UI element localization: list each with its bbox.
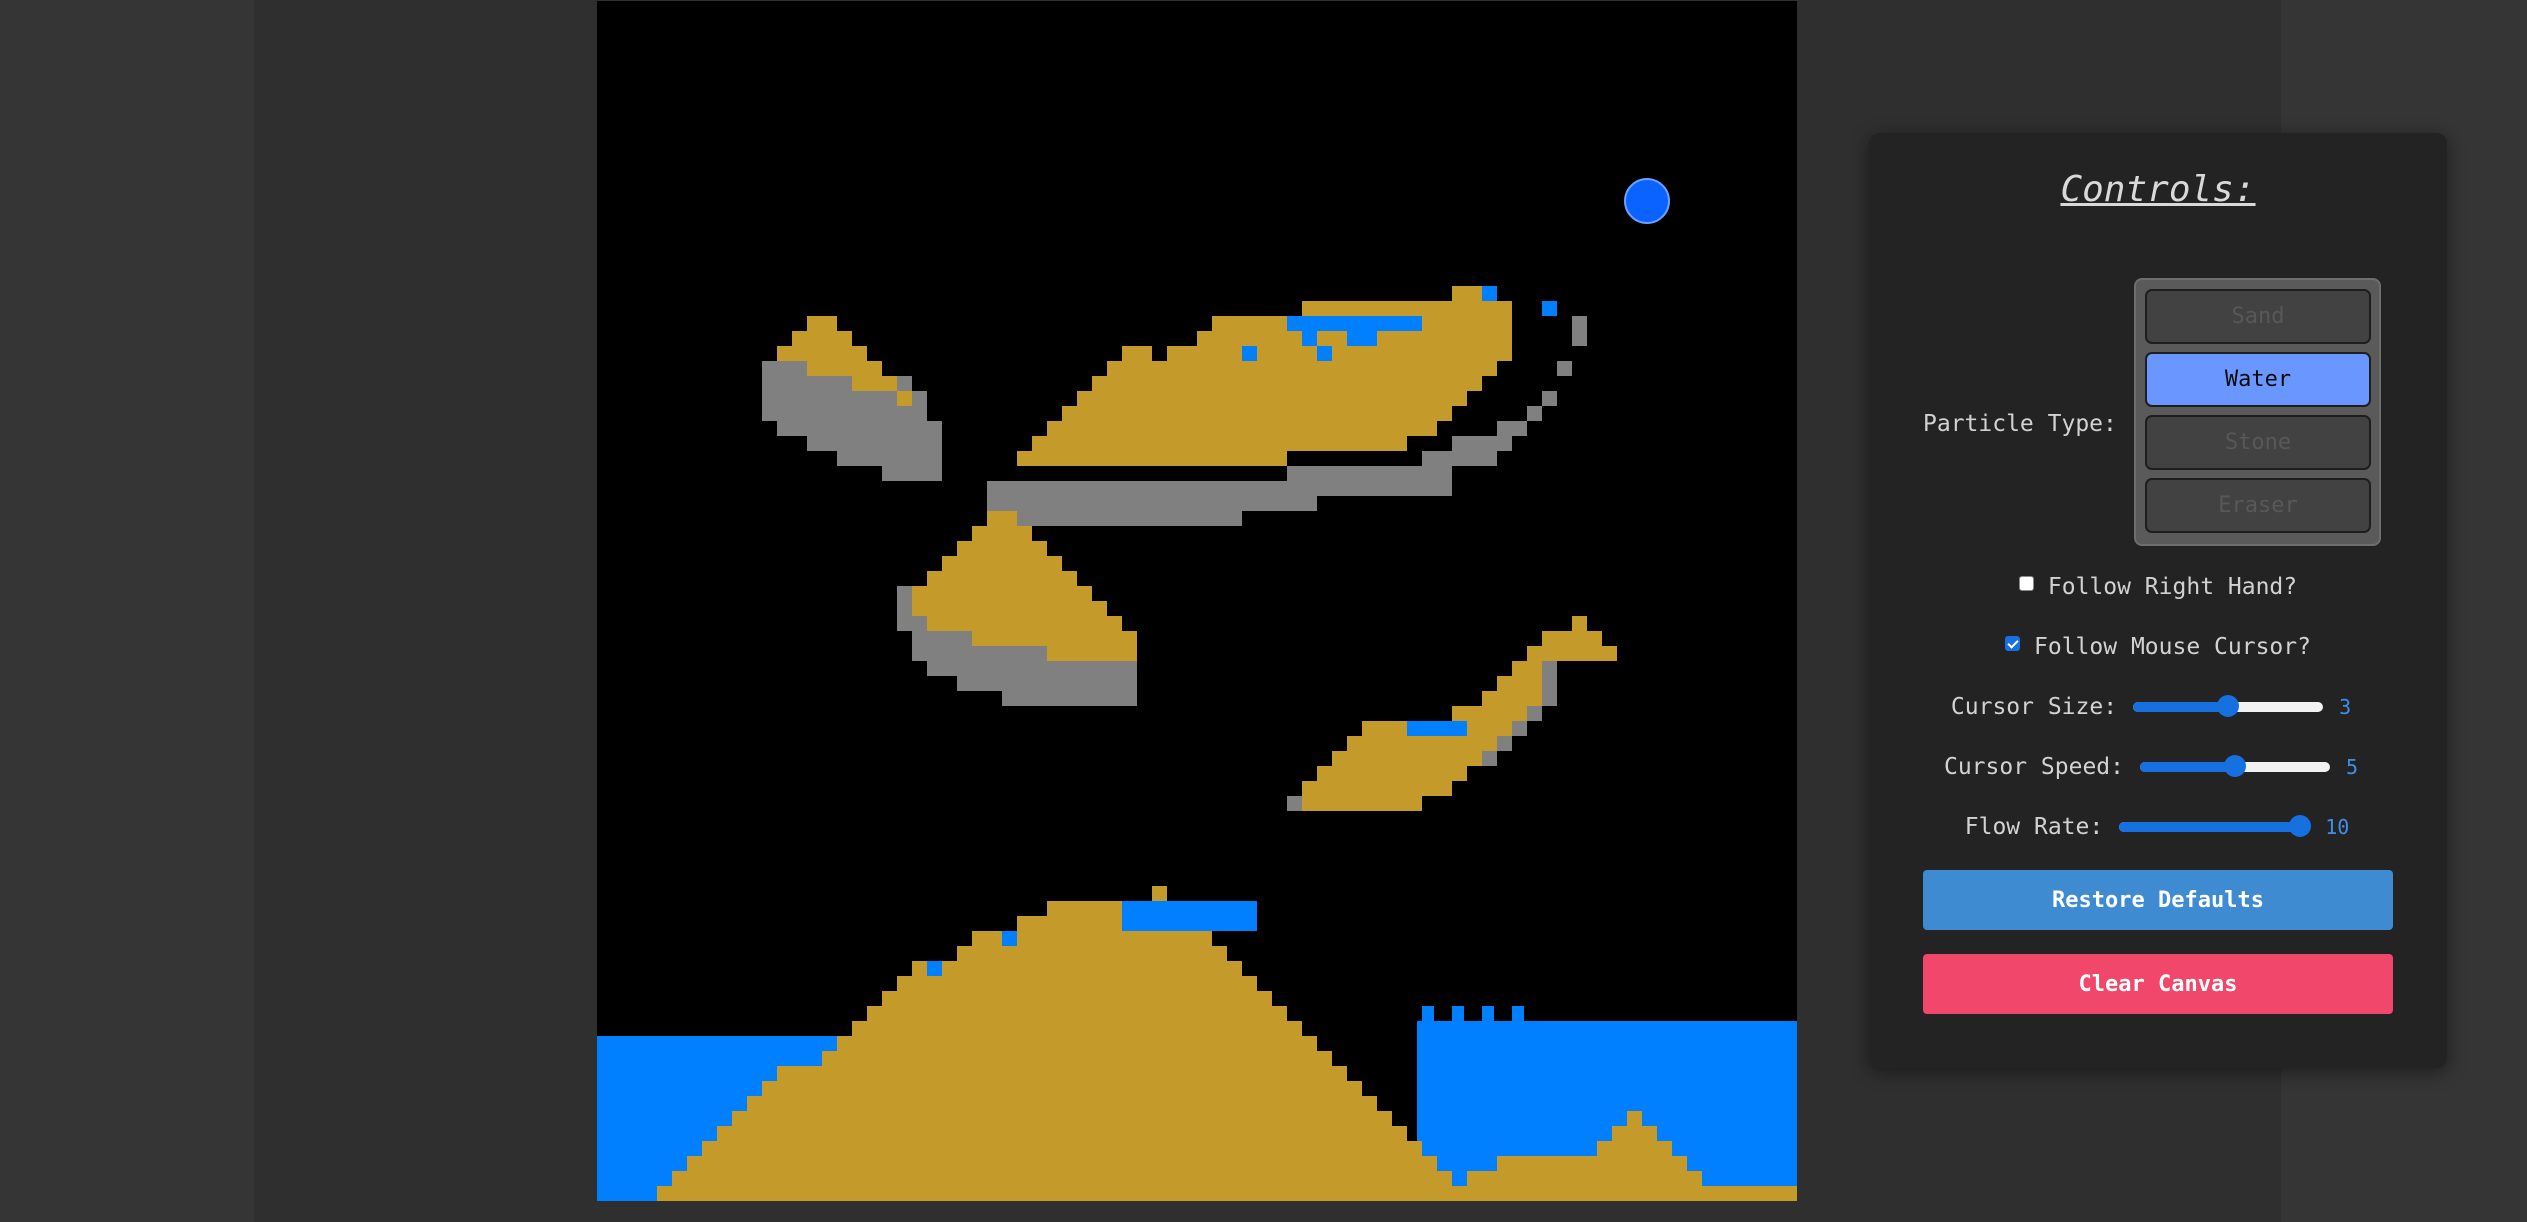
water-drop [1302,331,1317,346]
water-drop [927,961,942,976]
particle-eraser-button[interactable]: Eraser [2145,478,2371,533]
cursor-speed-value: 5 [2346,755,2359,779]
water-drop [1002,931,1017,946]
flow-rate-value: 10 [2325,815,2350,839]
cursor-speed-slider-fill [2140,762,2235,772]
cursor-size-label: Cursor Size: [1950,694,2118,720]
water-pool-platform-2 [1287,316,1422,331]
water-drop [1542,301,1557,316]
cursor-size-value: 3 [2339,695,2352,719]
cursor-size-slider-thumb[interactable] [2217,695,2240,717]
cursor-speed-slider[interactable] [2140,755,2330,777]
cursor-size-slider-fill [2133,702,2229,712]
sandbox-canvas[interactable] [597,1,1797,1201]
flow-rate-slider-fill [2119,822,2300,832]
water-drop [1242,346,1257,361]
particle-layer [597,286,1797,1201]
panel-title: Controls: [2060,169,2256,210]
cursor-speed-row: Cursor Speed: 5 [1869,754,2447,780]
water-drop [1482,1006,1494,1021]
follow-right-hand-label: Follow Right Hand? [2047,574,2298,600]
particle-type-label: Particle Type: [1923,411,2117,437]
water-drop [1452,1006,1464,1021]
flow-rate-row: Flow Rate: 10 [1869,814,2447,840]
water-drop [1482,286,1497,301]
brush-cursor [1624,178,1670,224]
follow-right-hand-checkbox[interactable] [2018,575,2034,591]
water-puddle-mound [1122,901,1257,931]
water-drop [1347,331,1377,346]
restore-defaults-button[interactable]: Restore Defaults [1923,870,2393,930]
sand-on-platform-4 [1302,616,1617,811]
water-drop [1422,1006,1434,1021]
follow-mouse-cursor-label: Follow Mouse Cursor? [2034,634,2311,660]
water-drop [1317,346,1332,361]
flow-rate-label: Flow Rate: [1964,814,2104,840]
water-drop [1512,1006,1524,1021]
particle-stone-button[interactable]: Stone [2145,415,2371,470]
particle-type-selector: Sand Water Stone Eraser [2134,278,2381,546]
water-pool-platform-4 [1407,721,1467,736]
clear-canvas-button[interactable]: Clear Canvas [1923,954,2393,1014]
particle-sand-button[interactable]: Sand [2145,289,2371,344]
flow-rate-slider-thumb[interactable] [2288,815,2311,837]
particle-water-button[interactable]: Water [2145,352,2371,407]
cursor-size-row: Cursor Size: 3 [1869,694,2447,720]
follow-right-hand-row: Follow Right Hand? [1869,574,2447,600]
app-container: Controls: Particle Type: Sand Water Ston… [254,0,2447,1222]
flow-rate-slider[interactable] [2119,815,2311,837]
controls-panel: Controls: Particle Type: Sand Water Ston… [1869,133,2447,1068]
cursor-speed-slider-thumb[interactable] [2224,755,2246,777]
cursor-size-slider[interactable] [2133,695,2324,717]
follow-mouse-cursor-row: Follow Mouse Cursor? [1869,634,2447,660]
follow-mouse-cursor-checkbox[interactable] [2005,635,2021,651]
cursor-speed-label: Cursor Speed: [1943,754,2124,780]
